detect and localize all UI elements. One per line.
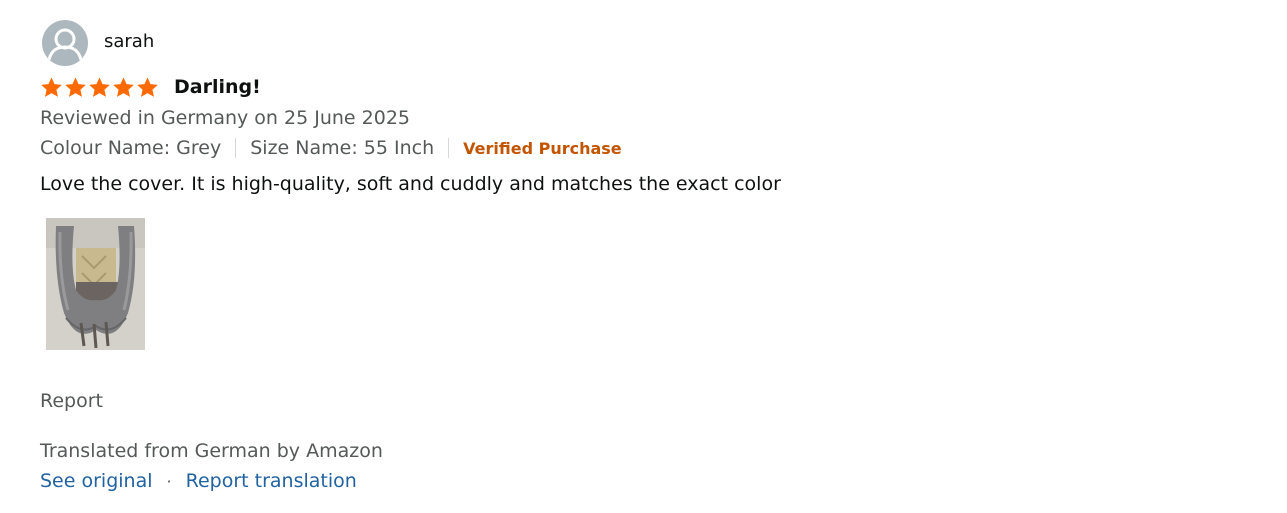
reviewer-name[interactable]: sarah [104,31,154,52]
translation-note: Translated from German by Amazon [40,440,383,462]
star-icon [41,77,62,97]
verified-purchase-badge: Verified Purchase [463,138,622,158]
review-date: Reviewed in Germany on 25 June 2025 [40,107,410,129]
colour-name[interactable]: Colour Name: Grey [40,137,221,159]
review-title[interactable]: Darling! [174,76,261,98]
star-icon [89,77,110,97]
pillow-photo [46,218,145,350]
star-rating[interactable] [40,76,159,99]
translation-links: See original · Report translation [40,470,357,492]
report-link[interactable]: Report [40,390,103,412]
review-body: Love the cover. It is high-quality, soft… [40,173,781,195]
link-separator: · [166,471,172,491]
meta-divider [235,138,237,158]
review-meta: Colour Name: Grey Size Name: 55 Inch Ver… [40,137,622,159]
avatar[interactable] [42,20,88,66]
report-translation-link[interactable]: Report translation [186,470,357,492]
size-name[interactable]: Size Name: 55 Inch [250,137,434,159]
meta-divider [448,138,450,158]
star-icon [113,77,134,97]
review-image-thumbnail[interactable] [46,218,145,350]
star-icon [65,77,86,97]
see-original-link[interactable]: See original [40,470,153,492]
star-icon [137,77,158,97]
user-silhouette-icon [47,28,83,61]
